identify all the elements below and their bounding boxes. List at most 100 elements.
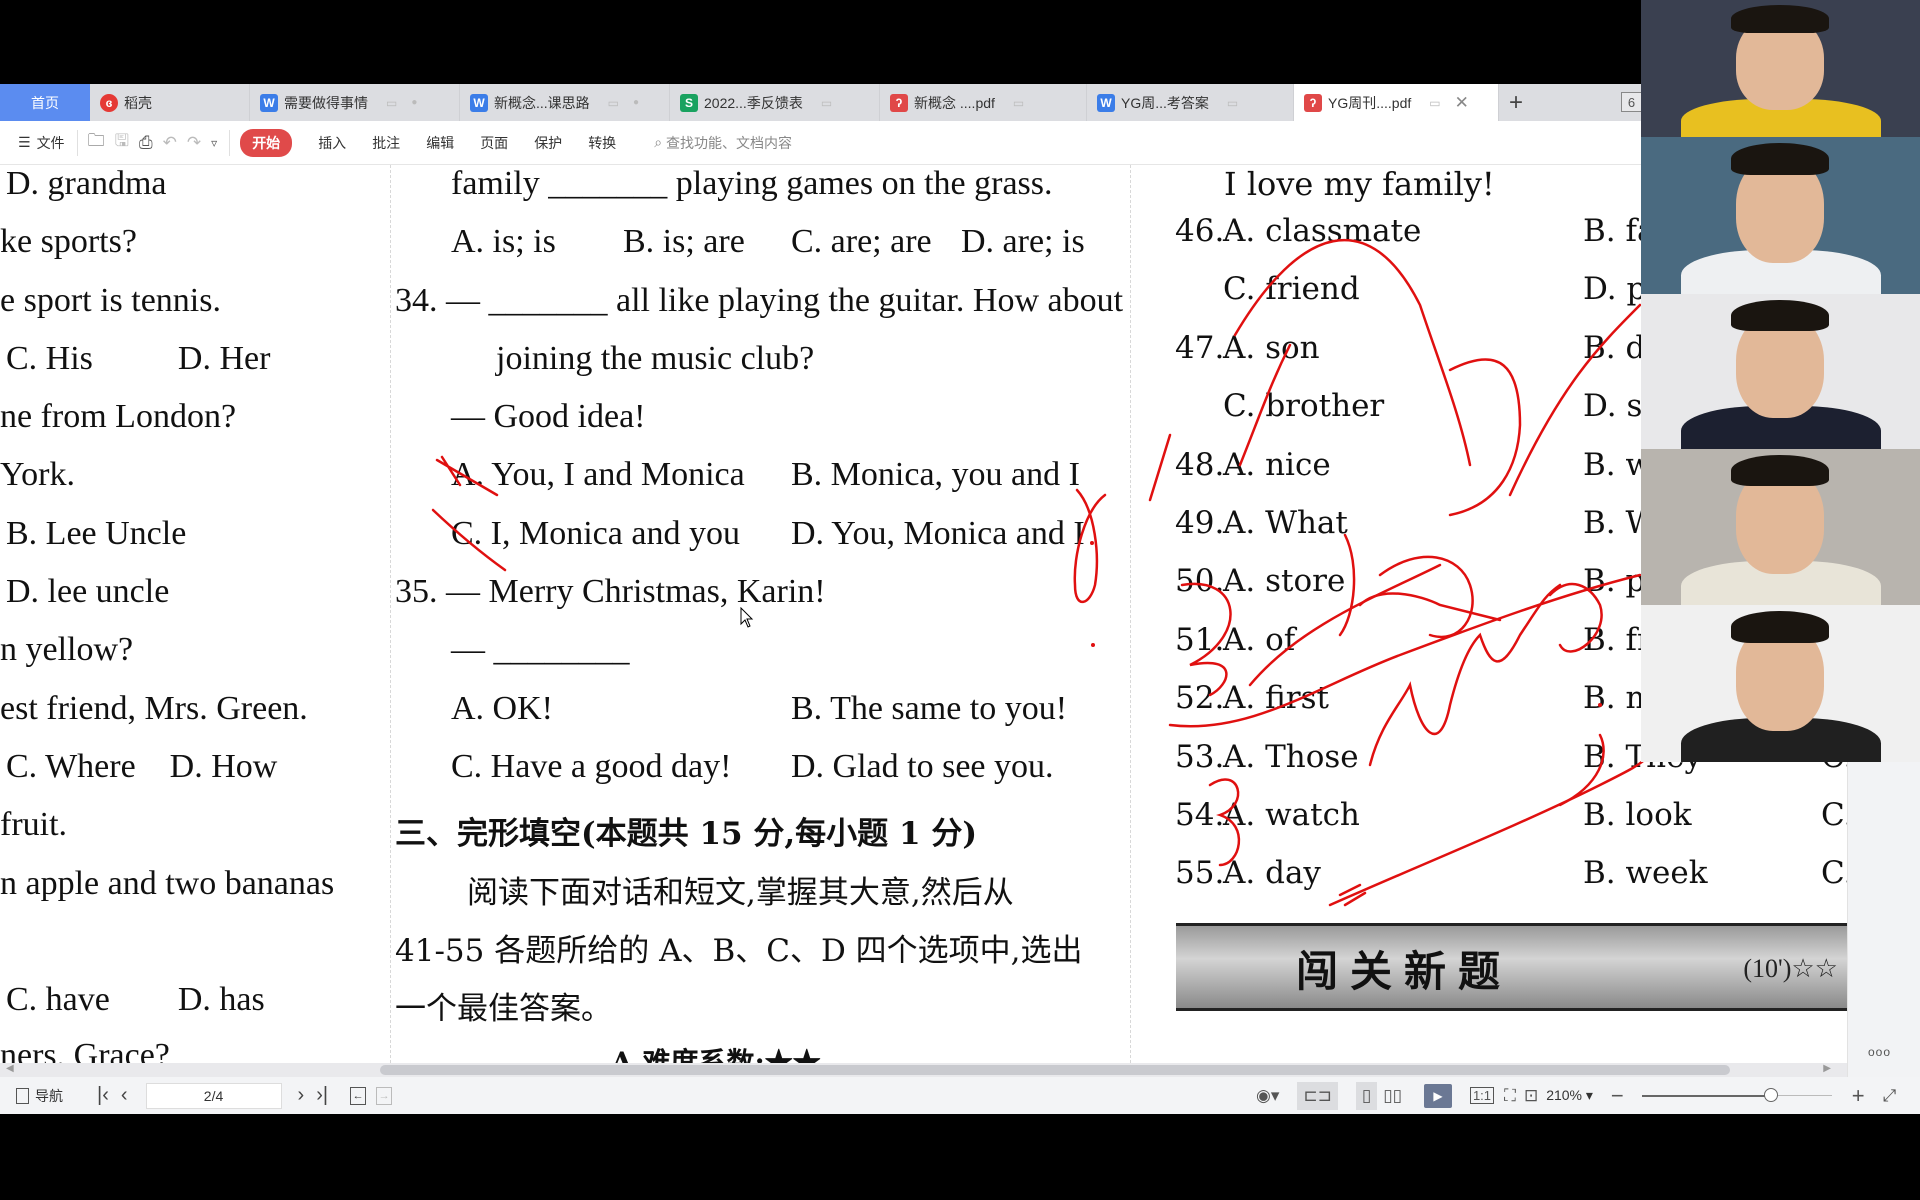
tab-annotate[interactable]: 批注 <box>372 133 400 153</box>
new-tab-button[interactable]: + <box>1499 84 1533 121</box>
monitor-icon: ▭ <box>820 95 833 110</box>
back-icon[interactable]: ← <box>350 1086 367 1105</box>
w-doc-icon: W <box>470 93 488 112</box>
video-tile-participant-4[interactable] <box>1641 449 1920 605</box>
actual-size-icon[interactable]: 1:1 <box>1469 1087 1495 1104</box>
zoom-level-dropdown[interactable]: 210% ▾ <box>1546 1087 1593 1104</box>
tab-doc-newconcept[interactable]: W 新概念...课思路 ▭ ● <box>460 84 670 121</box>
fullscreen-icon[interactable]: ⤢ <box>1883 1086 1897 1106</box>
prev-page-icon[interactable]: ‹ <box>121 1084 128 1107</box>
navigation-toggle[interactable]: 导航 <box>16 1086 63 1106</box>
answer-option: A. What <box>1223 505 1348 541</box>
print-icon[interactable]: ⎙ <box>139 133 153 153</box>
answer-option: A. classmate <box>1223 213 1422 249</box>
undo-icon[interactable]: ↶ <box>163 133 177 153</box>
tab-pdf-yg-active[interactable]: ʔ YG周刊....pdf ▭ ✕ <box>1294 84 1499 121</box>
tab-doc-answers[interactable]: W YG周...考答案 ▭ <box>1087 84 1294 121</box>
zoom-slider[interactable] <box>1641 1087 1832 1102</box>
participant-hair <box>1731 300 1829 332</box>
video-tile-participant-3[interactable] <box>1641 294 1920 449</box>
answer-option: C. month <box>1821 855 1847 892</box>
option: B. Monica, you and I <box>791 456 1080 493</box>
first-page-icon[interactable]: |‹ <box>97 1084 109 1107</box>
option: A. OK! <box>451 690 553 727</box>
doc-line: e sport is tennis. <box>0 282 221 319</box>
tab-bar: 首页 ɞ 稻壳 W 需要做得事情 ▭ ● W 新概念...课思路 ▭ ● S 2… <box>0 84 1641 121</box>
tab-pdf-newconcept[interactable]: ʔ 新概念 ....pdf ▭ <box>880 84 1087 121</box>
tab-doc-todo[interactable]: W 需要做得事情 ▭ ● <box>250 84 460 121</box>
monitor-icon: ▭ <box>1012 95 1025 110</box>
status-bar: 导航 |‹ ‹ 2/4 › ›| ← → ◉▾ ⊏⊐ ▯ ▯▯ ▶ 1:1 ⛶ … <box>0 1077 1920 1114</box>
tab-docer[interactable]: ɞ 稻壳 <box>90 84 250 121</box>
pdf-document-view[interactable]: D. grandma ke sports? e sport is tennis.… <box>0 165 1847 1063</box>
answer-option: A. nice <box>1223 446 1331 483</box>
answer-option: A. son <box>1223 329 1320 366</box>
hamburger-icon: ☰ <box>18 134 31 150</box>
video-tile-participant-5[interactable] <box>1641 605 1920 762</box>
pdf-icon: ʔ <box>1304 93 1322 112</box>
tab-start[interactable]: 开始 <box>240 128 293 157</box>
panel-icon <box>16 1087 29 1104</box>
monitor-icon: ▭ <box>386 95 398 110</box>
zoom-slider-knob[interactable] <box>1763 1087 1778 1102</box>
continuous-scroll-icon[interactable]: ⊏⊐ <box>1297 1081 1338 1110</box>
tab-count-badge[interactable]: 6 <box>1621 92 1641 112</box>
section-title: 三、完形填空(本题共 15 分,每小题 1 分) <box>395 816 978 852</box>
answer-option: B. week <box>1583 855 1708 892</box>
question-number: 46. <box>1175 213 1225 249</box>
last-page-icon[interactable]: ›| <box>316 1084 328 1107</box>
scroll-left-icon[interactable]: ◀ <box>6 1063 14 1074</box>
zoom-level: 210% <box>1546 1087 1582 1103</box>
zoom-in-icon[interactable]: + <box>1852 1083 1865 1109</box>
fit-page-icon[interactable]: ⛶ <box>1504 1086 1516 1106</box>
scrollbar-thumb[interactable] <box>380 1065 1730 1075</box>
redo-icon[interactable]: ↷ <box>187 133 201 153</box>
tab-home[interactable]: 首页 <box>0 84 90 121</box>
fit-width-icon[interactable]: ⊡ <box>1524 1086 1538 1106</box>
horizontal-scrollbar[interactable]: ◀ ▶ <box>0 1063 1847 1077</box>
monitor-icon: ▭ <box>607 95 620 110</box>
tab-insert[interactable]: 插入 <box>318 133 346 153</box>
zoom-out-icon[interactable]: − <box>1611 1083 1624 1109</box>
close-tab-icon[interactable]: ✕ <box>1455 93 1469 113</box>
open-folder-icon[interactable]: 🗀 <box>88 128 105 157</box>
doc-line: D. lee uncle <box>6 573 170 610</box>
screen-top-black-bar <box>0 0 1920 84</box>
video-tile-participant-2[interactable] <box>1641 137 1920 294</box>
unsaved-dot-icon: ● <box>633 97 640 108</box>
forward-icon[interactable]: → <box>376 1086 393 1105</box>
toolbar-divider <box>229 129 231 156</box>
question-34-reply: — Good idea! <box>451 398 646 435</box>
question-number: 53. <box>1175 738 1225 775</box>
right-side-panel <box>1847 762 1920 1077</box>
search-input[interactable]: ⌕ 查找功能、文档内容 <box>654 133 792 153</box>
more-options-icon[interactable]: ooo <box>1868 1045 1891 1059</box>
save-icon[interactable]: 🖫 <box>115 128 129 157</box>
doc-line: C. Where D. How <box>6 748 278 785</box>
dual-page-icon[interactable]: ▯▯ <box>1383 1086 1402 1106</box>
tab-sheet-feedback[interactable]: S 2022...季反馈表 ▭ <box>670 84 880 121</box>
page-column-middle: family _______ playing games on the gras… <box>390 165 1130 1063</box>
option: D. You, Monica and I <box>791 515 1085 552</box>
option: A. is; is <box>451 223 556 260</box>
page-number-input[interactable]: 2/4 <box>145 1082 282 1109</box>
option: B. is; are <box>623 223 745 260</box>
eye-protection-icon[interactable]: ◉▾ <box>1256 1086 1279 1106</box>
instruction-text: 一个最佳答案。 <box>395 991 612 1027</box>
quick-access-dropdown-icon[interactable]: ▿ <box>211 136 217 150</box>
option: C. are; are <box>791 223 932 260</box>
tab-protect[interactable]: 保护 <box>534 133 562 153</box>
tab-edit[interactable]: 编辑 <box>426 133 454 153</box>
tab-convert[interactable]: 转换 <box>588 133 616 153</box>
next-page-icon[interactable]: › <box>298 1084 305 1107</box>
doc-line: ke sports? <box>0 223 137 260</box>
video-tile-participant-1[interactable] <box>1641 0 1920 137</box>
scroll-right-icon[interactable]: ▶ <box>1823 1063 1831 1074</box>
single-page-icon[interactable]: ▯ <box>1355 1081 1378 1110</box>
file-menu-button[interactable]: ☰ 文件 <box>18 133 65 153</box>
doc-line: B. Lee Uncle <box>6 515 187 552</box>
option: D. are; is <box>961 223 1085 260</box>
option: C. I, Monica and you <box>451 515 740 552</box>
play-slideshow-button[interactable]: ▶ <box>1423 1083 1452 1108</box>
tab-page[interactable]: 页面 <box>480 133 508 153</box>
